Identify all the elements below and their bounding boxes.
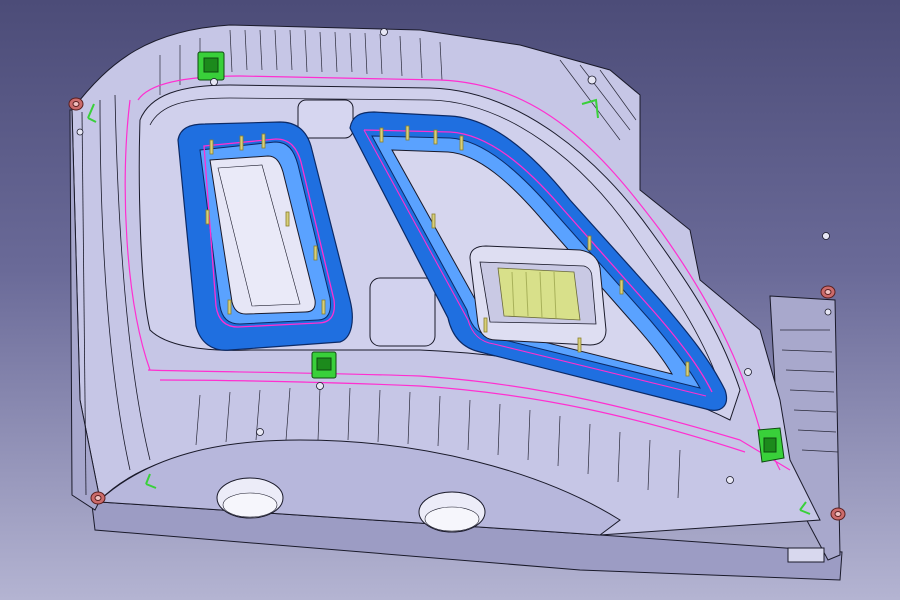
cad-model-canvas[interactable] [0, 0, 900, 600]
cad-viewport[interactable] [0, 0, 900, 600]
clip-middle [311, 351, 337, 379]
clip-top [197, 51, 225, 81]
label-plate [787, 547, 825, 563]
raised-pad [469, 245, 607, 346]
clip-right [757, 427, 785, 463]
yellow-insert [497, 267, 581, 321]
